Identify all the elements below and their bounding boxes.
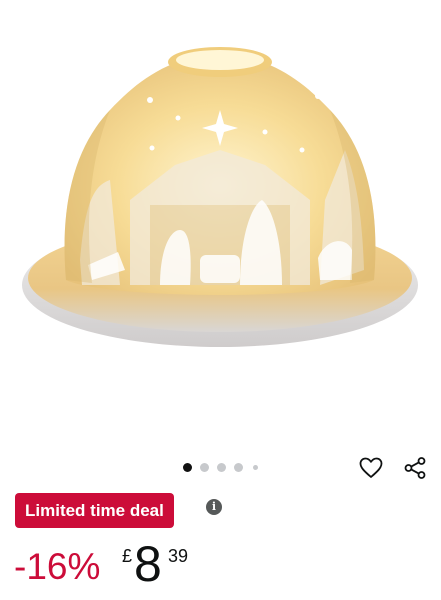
carousel-dot[interactable] <box>200 463 209 472</box>
carousel-dot[interactable] <box>234 463 243 472</box>
limited-time-deal-badge: Limited time deal <box>15 493 174 528</box>
info-icon[interactable]: i <box>206 499 222 515</box>
product-image[interactable] <box>0 0 441 440</box>
share-icon <box>404 457 426 479</box>
carousel-dot[interactable] <box>183 463 192 472</box>
price-currency-symbol: £ <box>122 546 133 566</box>
heart-outline-icon <box>359 457 383 478</box>
carousel-dot[interactable] <box>217 463 226 472</box>
discount-percentage: -16% <box>14 546 101 587</box>
price-fraction: 39 <box>168 546 189 566</box>
carousel-dot[interactable] <box>253 465 258 470</box>
share-button[interactable] <box>401 454 429 482</box>
price-whole: 8 <box>134 536 162 592</box>
wishlist-button[interactable] <box>357 454 385 482</box>
tealight-holder-illustration <box>22 47 418 347</box>
